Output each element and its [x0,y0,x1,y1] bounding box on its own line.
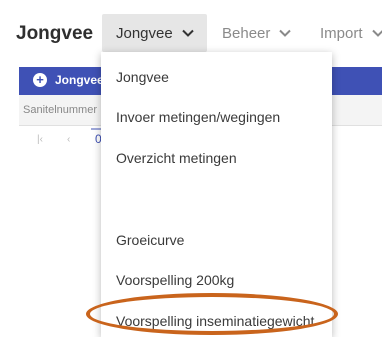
previous-page-icon[interactable]: ‹ [67,134,70,145]
highlight-ellipse [86,293,338,335]
nav-menu-jongvee[interactable]: Jongvee [102,14,207,52]
chevron-down-icon [278,26,292,40]
add-jongvee-button[interactable]: + Jongvee [33,73,104,87]
plus-circle-icon: + [33,73,47,87]
menu-item-overzicht-metingen[interactable]: Overzicht metingen [116,150,237,166]
menu-item-jongvee[interactable]: Jongvee [116,69,169,85]
chevron-down-icon [181,26,195,40]
chevron-down-icon [371,26,382,40]
nav-menu-import-label: Import [320,24,363,42]
nav-menu-import[interactable]: Import [320,14,382,52]
nav-menu-beheer-label: Beheer [222,24,271,42]
app-title: Jongvee [16,23,94,44]
add-jongvee-label: Jongvee [55,73,104,87]
nav-menu-jongvee-label: Jongvee [116,24,173,42]
nav-menu-beheer[interactable]: Beheer [222,14,292,52]
menu-item-invoer-metingen[interactable]: Invoer metingen/wegingen [116,109,280,125]
first-page-icon[interactable]: |‹ [37,134,43,145]
menu-item-voorspelling-200kg[interactable]: Voorspelling 200kg [116,272,234,288]
column-header-sanitelnummer[interactable]: Sanitelnummer [23,104,97,116]
menu-item-groeicurve[interactable]: Groeicurve [116,232,184,248]
